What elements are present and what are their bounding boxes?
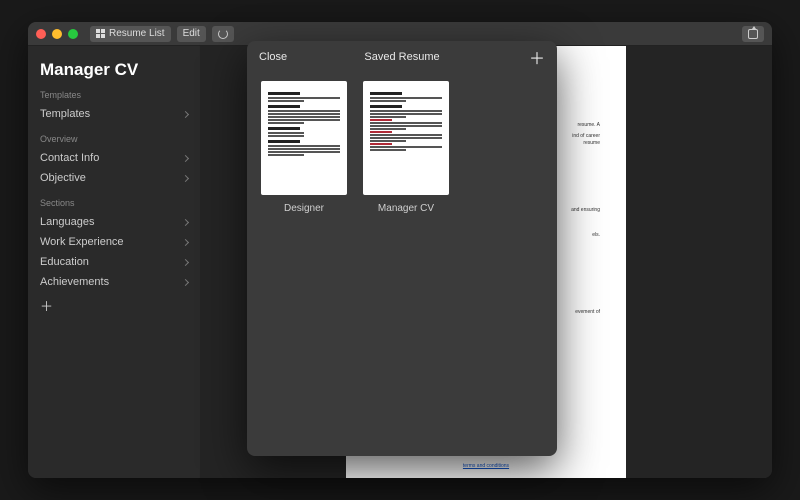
modal-title: Saved Resume xyxy=(247,51,557,63)
modal-header: Close Saved Resume ＋ xyxy=(247,41,557,73)
terms-link[interactable]: terms and conditions xyxy=(346,463,626,470)
chevron-right-icon xyxy=(182,174,189,181)
resume-list-label: Resume List xyxy=(109,28,165,39)
sidebar: Manager CV Templates Templates Overview … xyxy=(28,46,200,478)
sidebar-item-templates[interactable]: Templates xyxy=(40,104,188,124)
share-button[interactable] xyxy=(742,26,764,42)
document-title: Manager CV xyxy=(40,60,188,80)
grid-icon xyxy=(96,29,105,38)
resume-list-button[interactable]: Resume List xyxy=(90,26,171,42)
chevron-right-icon xyxy=(182,110,189,117)
sidebar-item-label: Languages xyxy=(40,216,94,228)
thumbnail-label: Designer xyxy=(284,203,324,214)
modal-body: Designer Manager CV xyxy=(247,73,557,456)
chevron-right-icon xyxy=(182,154,189,161)
sidebar-item-languages[interactable]: Languages xyxy=(40,212,188,232)
resume-thumbnail-designer[interactable]: Designer xyxy=(261,81,347,214)
edit-label: Edit xyxy=(183,28,200,39)
share-icon xyxy=(748,29,758,39)
resume-thumbnail-manager-cv[interactable]: Manager CV xyxy=(363,81,449,214)
saved-resume-modal: Close Saved Resume ＋ Designer xyxy=(247,41,557,456)
close-window-button[interactable] xyxy=(36,29,46,39)
sidebar-group-templates-label: Templates xyxy=(40,90,188,100)
thumbnail-preview xyxy=(261,81,347,195)
sidebar-item-label: Contact Info xyxy=(40,152,99,164)
thumbnail-label: Manager CV xyxy=(378,203,434,214)
window-controls xyxy=(36,29,78,39)
sidebar-item-label: Work Experience xyxy=(40,236,124,248)
sidebar-item-contact-info[interactable]: Contact Info xyxy=(40,148,188,168)
sidebar-item-label: Achievements xyxy=(40,276,109,288)
sidebar-group-sections-label: Sections xyxy=(40,198,188,208)
chevron-right-icon xyxy=(182,238,189,245)
sidebar-item-objective[interactable]: Objective xyxy=(40,168,188,188)
refresh-button[interactable] xyxy=(212,26,234,42)
chevron-right-icon xyxy=(182,218,189,225)
sidebar-item-work-experience[interactable]: Work Experience xyxy=(40,232,188,252)
add-section-button[interactable]: ＋ xyxy=(40,292,188,315)
sidebar-item-label: Objective xyxy=(40,172,86,184)
sidebar-item-education[interactable]: Education xyxy=(40,252,188,272)
close-button[interactable]: Close xyxy=(259,51,287,63)
sidebar-item-label: Templates xyxy=(40,108,90,120)
chevron-right-icon xyxy=(182,258,189,265)
chevron-right-icon xyxy=(182,278,189,285)
fullscreen-window-button[interactable] xyxy=(68,29,78,39)
sidebar-group-overview-label: Overview xyxy=(40,134,188,144)
thumbnail-preview xyxy=(363,81,449,195)
sidebar-item-label: Education xyxy=(40,256,89,268)
minimize-window-button[interactable] xyxy=(52,29,62,39)
refresh-icon xyxy=(218,29,228,39)
add-resume-button[interactable]: ＋ xyxy=(529,45,545,69)
sidebar-item-achievements[interactable]: Achievements xyxy=(40,272,188,292)
edit-button[interactable]: Edit xyxy=(177,26,206,42)
